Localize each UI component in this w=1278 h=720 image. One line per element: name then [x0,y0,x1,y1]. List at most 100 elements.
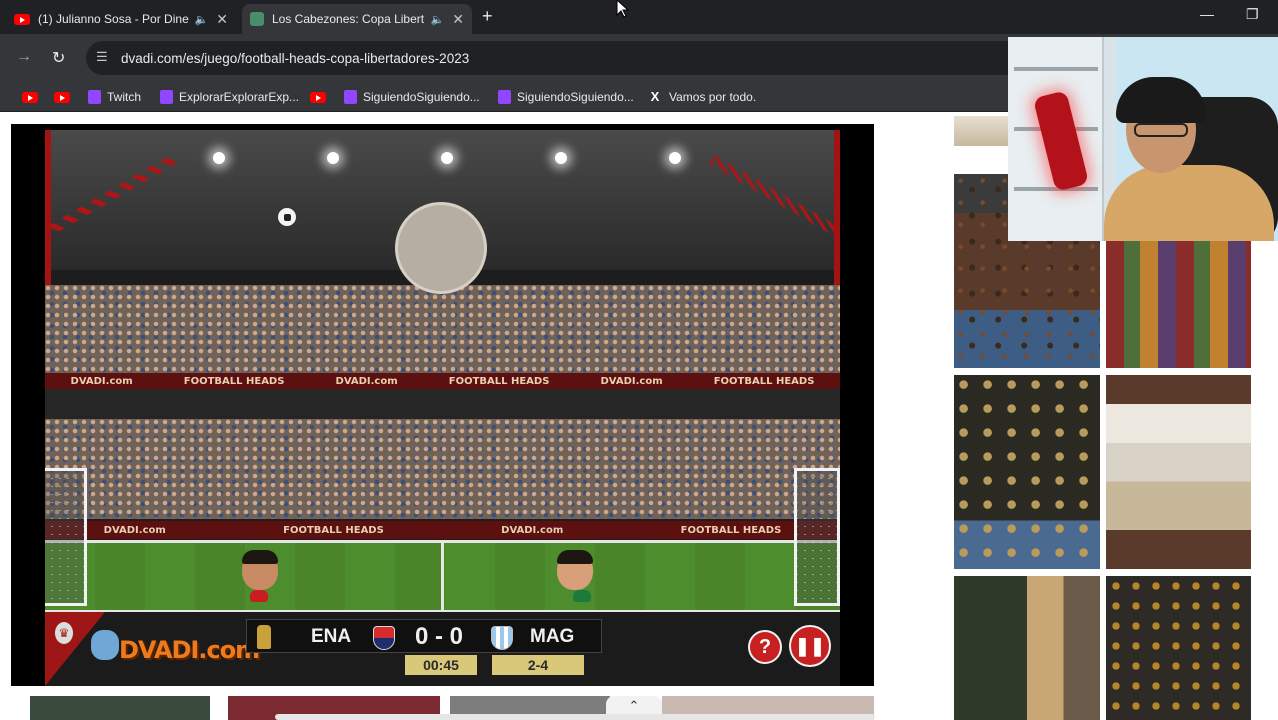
restore-icon[interactable]: ❐ [1246,6,1259,23]
lower-crowd [45,419,840,519]
bookmark-label: Twitch [107,90,142,104]
youtube-icon [14,13,30,25]
scroll-up-chevron-icon[interactable]: ⌃ [606,696,662,716]
product-ad-image[interactable] [954,375,1100,569]
upper-ad-banner: DVADI.com FOOTBALL HEADS DVADI.com FOOTB… [45,373,840,389]
copa-trophy-icon [257,625,271,649]
bookmark-siguiendo[interactable]: SiguiendoSiguiendo... [498,88,634,106]
team-right-crest-icon [491,626,513,650]
bookmark-explorar[interactable]: ExplorarExplorarExp... [160,88,299,106]
banner-text: DVADI.com [501,524,564,536]
upper-crowd [45,285,840,375]
product-ad-image[interactable] [1106,375,1251,569]
banner-text: DVADI.com [600,375,663,387]
bookmark-label: Vamos por todo. [669,90,757,104]
floodlight [213,152,225,164]
bookmark-label: ExplorarExplorarExp... [179,90,300,104]
pause-button[interactable]: ❚❚ [789,625,831,667]
bookmark-label: SiguiendoSiguiendo... [517,90,634,104]
webcam-overlay [1008,37,1278,241]
banner-text: DVADI.com [103,524,166,536]
webcam-person-hair [1116,77,1206,123]
trophy-icon: ♛ [55,622,73,644]
floodlight [327,152,339,164]
banner-text: FOOTBALL HEADS [713,375,815,387]
banner-text: DVADI.com [70,375,133,387]
bookmark-twitch[interactable]: Twitch [88,88,141,106]
ad-thumbnail[interactable] [30,696,210,720]
product-ad-image[interactable] [954,116,1008,146]
floodlight [669,152,681,164]
game-canvas[interactable]: DVADI.com FOOTBALL HEADS DVADI.com FOOTB… [45,130,840,686]
product-ad-image[interactable] [1106,576,1251,720]
youtube-icon [54,91,70,103]
new-tab-icon[interactable]: + [482,6,493,27]
game-favicon-icon [250,12,264,26]
stadium-clock-disc [395,202,487,294]
webcam-person-glasses [1134,123,1188,137]
speaker-icon[interactable]: 🔈 [431,13,445,26]
banner-text: FOOTBALL HEADS [448,375,550,387]
goal-right [794,468,840,606]
player-hair [557,550,593,564]
dvadi-mascot-icon [91,630,119,660]
bookmark-x[interactable]: X Vamos por todo. [648,88,757,106]
browser-tab-bar: (1) Julianno Sosa - Por Dine 🔈 ✕ Los Cab… [0,0,1278,34]
x-icon: X [650,89,660,104]
site-settings-icon[interactable]: ☰ [96,49,108,65]
bookmark-youtube[interactable] [54,88,70,106]
player-hair [242,550,278,564]
close-tab-icon[interactable]: ✕ [216,11,228,28]
banner-text: FOOTBALL HEADS [680,524,782,536]
youtube-icon [310,91,326,103]
mouse-cursor-icon [616,0,630,18]
twitch-icon [160,90,173,104]
game-hud: ♛ DVADI.com ENA 0 - 0 MAG 00:45 2-4 ? ❚❚ [45,612,840,686]
aggregate-score: 2-4 [492,655,584,675]
close-tab-icon[interactable]: ✕ [452,11,464,28]
match-score: 0 - 0 [415,623,464,650]
youtube-icon [22,91,38,103]
twitch-icon [498,90,511,104]
banner-text: FOOTBALL HEADS [283,524,384,536]
minimize-icon[interactable]: — [1200,6,1214,22]
player-right [553,550,597,604]
speaker-icon[interactable]: 🔈 [195,13,209,26]
product-ad-image[interactable] [954,576,1100,720]
floodlight [441,152,453,164]
bookmark-youtube[interactable] [310,88,326,106]
team-left-name: ENA [311,626,352,647]
floodlight [555,152,567,164]
match-scoreboard: ENA 0 - 0 MAG [246,619,602,653]
match-timer: 00:45 [405,655,477,675]
team-left-crest-icon [373,626,395,650]
tab-game[interactable]: Los Cabezones: Copa Libert 🔈 ✕ [242,4,472,34]
product-ad-image[interactable] [1106,241,1251,368]
team-right-name: MAG [530,626,575,647]
lower-ad-banner: DVADI.com FOOTBALL HEADS DVADI.com FOOTB… [45,521,840,539]
bookmark-label: SiguiendoSiguiendo... [363,90,480,104]
webcam-person-body [1104,165,1274,241]
dvadi-logo[interactable]: DVADI.com [119,636,260,664]
banner-text: DVADI.com [335,375,398,387]
reload-icon[interactable]: ↻ [52,48,65,68]
forward-icon[interactable]: → [16,48,32,66]
goal-left [45,468,87,606]
player-left [238,550,282,604]
twitch-icon [344,90,357,104]
horizontal-scrollbar[interactable] [275,714,875,720]
ball [277,207,297,227]
bookmark-siguiendo[interactable]: SiguiendoSiguiendo... [344,88,480,106]
address-text[interactable]: dvadi.com/es/juego/football-heads-copa-l… [121,51,469,66]
banner-text: FOOTBALL HEADS [183,375,285,387]
player-shoe [573,590,591,602]
stands-divider [45,389,840,419]
bookmark-youtube[interactable] [22,88,38,106]
twitch-icon [88,90,101,104]
tab-youtube[interactable]: (1) Julianno Sosa - Por Dine 🔈 ✕ [6,4,236,34]
halfway-line [441,540,444,615]
tab-title: (1) Julianno Sosa - Por Dine [38,12,189,26]
tab-title: Los Cabezones: Copa Libert [272,12,425,26]
help-button[interactable]: ? [748,630,782,664]
player-shoe [250,590,268,602]
